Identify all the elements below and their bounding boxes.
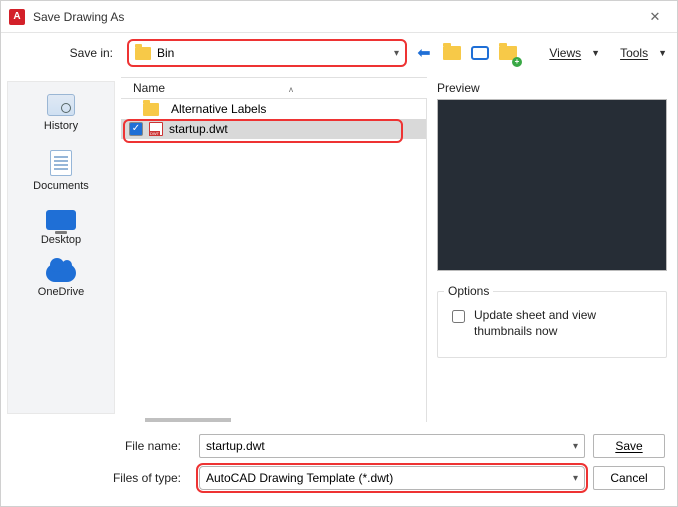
chevron-down-icon: ▾ <box>394 48 399 59</box>
desktop-icon <box>46 210 76 230</box>
documents-icon <box>50 150 72 176</box>
file-list-panel: Name ʌ Alternative Labels ✓ startup.dwt <box>121 73 427 422</box>
options-group: Options Update sheet and view thumbnails… <box>437 291 667 358</box>
main-area: History Documents Desktop OneDrive <box>1 73 677 422</box>
save-button[interactable]: Save <box>593 434 665 458</box>
bottom-panel: File name: startup.dwt ▾ Save Files of t… <box>1 422 677 506</box>
toolbar-row: Save in: Bin ▾ ⬅ + Views ▼ Tools ▼ <box>1 33 677 73</box>
plus-badge-icon: + <box>512 57 522 67</box>
chevron-down-icon: ▾ <box>573 441 578 452</box>
up-one-level-button[interactable] <box>441 42 463 64</box>
places-documents[interactable]: Documents <box>8 150 114 192</box>
filetype-value: AutoCAD Drawing Template (*.dwt) <box>206 471 393 485</box>
folder-up-icon <box>443 46 461 60</box>
sort-indicator-icon: ʌ <box>289 85 293 94</box>
filename-label: File name: <box>1 439 191 453</box>
places-label: OneDrive <box>38 286 84 298</box>
create-new-folder-button[interactable]: + <box>497 42 519 64</box>
checkbox-icon[interactable]: ✓ <box>129 122 143 136</box>
titlebar: A Save Drawing As ✕ <box>1 1 677 33</box>
save-drawing-as-dialog: A Save Drawing As ✕ Save in: Bin ▾ ⬅ + V… <box>0 0 678 507</box>
filetype-combo[interactable]: AutoCAD Drawing Template (*.dwt) ▾ <box>199 466 585 490</box>
list-item[interactable]: ✓ startup.dwt <box>121 119 426 139</box>
list-item-label: Alternative Labels <box>171 102 266 116</box>
file-list[interactable]: Alternative Labels ✓ startup.dwt <box>121 99 427 422</box>
places-bar: History Documents Desktop OneDrive <box>1 73 121 422</box>
preview-box <box>437 99 667 271</box>
right-panel: Preview Options Update sheet and view th… <box>427 73 677 422</box>
views-menu[interactable]: Views <box>549 46 581 60</box>
search-web-button[interactable] <box>469 42 491 64</box>
column-name-label: Name <box>133 81 165 95</box>
column-name[interactable]: Name ʌ <box>133 81 253 95</box>
places-onedrive[interactable]: OneDrive <box>8 264 114 298</box>
blue-rect-icon <box>471 46 489 60</box>
save-in-label: Save in: <box>1 46 121 60</box>
filetype-label: Files of type: <box>1 471 191 485</box>
update-thumbnails-checkbox[interactable] <box>452 310 465 323</box>
app-icon: A <box>9 9 25 25</box>
list-item-label: startup.dwt <box>169 122 228 136</box>
filename-combo[interactable]: startup.dwt ▾ <box>199 434 585 458</box>
places-desktop[interactable]: Desktop <box>8 210 114 246</box>
update-thumbnails-label: Update sheet and view thumbnails now <box>474 308 656 339</box>
close-button[interactable]: ✕ <box>641 3 669 31</box>
places-history[interactable]: History <box>8 94 114 132</box>
back-button[interactable]: ⬅ <box>413 42 435 64</box>
save-in-value: Bin <box>157 46 394 60</box>
cancel-button[interactable]: Cancel <box>593 466 665 490</box>
dwt-file-icon <box>149 122 163 136</box>
preview-label: Preview <box>437 81 667 95</box>
scrollbar-horizontal[interactable] <box>145 418 231 422</box>
folder-icon <box>135 47 151 60</box>
chevron-down-icon: ▼ <box>658 48 667 58</box>
chevron-down-icon: ▼ <box>591 48 600 58</box>
filename-value: startup.dwt <box>206 439 265 453</box>
folder-icon <box>143 103 159 116</box>
tools-menu[interactable]: Tools <box>620 46 648 60</box>
places-label: History <box>44 120 78 132</box>
options-label: Options <box>444 284 493 298</box>
dialog-title: Save Drawing As <box>33 10 124 24</box>
save-in-combo[interactable]: Bin ▾ <box>127 39 407 67</box>
places-label: Documents <box>33 180 89 192</box>
chevron-down-icon: ▾ <box>573 473 578 484</box>
list-header[interactable]: Name ʌ <box>121 77 427 99</box>
arrow-left-icon: ⬅ <box>417 43 430 63</box>
history-icon <box>47 94 75 116</box>
list-item[interactable]: Alternative Labels <box>121 99 426 119</box>
close-icon: ✕ <box>650 9 661 25</box>
onedrive-icon <box>46 264 76 282</box>
places-label: Desktop <box>41 234 81 246</box>
